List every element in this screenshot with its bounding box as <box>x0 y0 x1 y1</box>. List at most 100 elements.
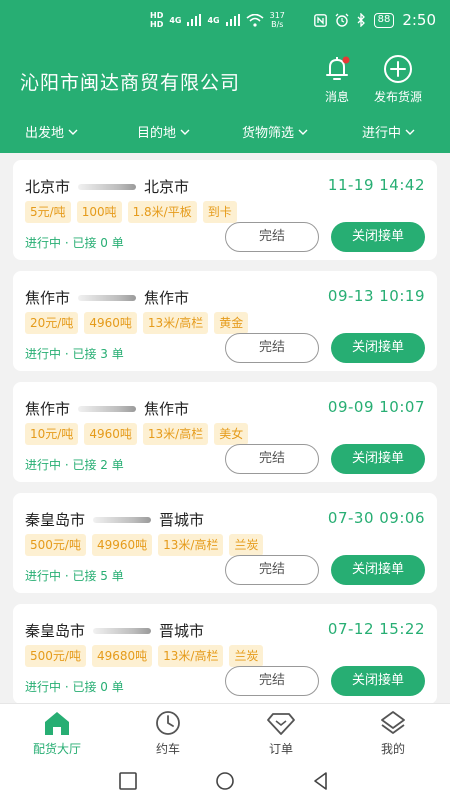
order-card[interactable]: 秦皇岛市 晋城市 07-12 15:22 500元/吨 49680吨 13米/高… <box>13 604 437 703</box>
close-orders-button[interactable]: 关闭接单 <box>331 333 425 363</box>
company-name: 沁阳市闽达商贸有限公司 <box>20 72 241 94</box>
messages-button[interactable]: 消息 <box>322 54 352 105</box>
weight-tag: 49680吨 <box>91 645 153 667</box>
truck-tag: 13米/高栏 <box>158 645 224 667</box>
origin-city: 秦皇岛市 <box>25 622 86 640</box>
order-card[interactable]: 焦作市 焦作市 09-09 10:07 10元/吨 4960吨 13米/高栏 美… <box>13 382 437 482</box>
signal-icon <box>225 14 240 26</box>
chevron-down-icon <box>298 129 308 135</box>
truck-tag: 13米/高栏 <box>142 423 209 445</box>
price-tag: 20元/吨 <box>25 312 79 334</box>
publish-cargo-button[interactable]: 发布货源 <box>374 54 422 105</box>
origin-city: 秦皇岛市 <box>25 511 86 529</box>
destination-city: 焦作市 <box>144 289 190 307</box>
close-orders-button[interactable]: 关闭接单 <box>331 555 425 585</box>
clock-time: 2:50 <box>402 11 436 29</box>
tab-label: 我的 <box>380 742 405 756</box>
weight-tag: 4960吨 <box>84 423 137 445</box>
price-tag: 500元/吨 <box>25 645 86 667</box>
tab-orders[interactable]: 订单 <box>236 710 326 757</box>
weight-tag: 100吨 <box>76 201 122 223</box>
cargo-tag: 兰炭 <box>229 534 264 556</box>
weight-tag: 4960吨 <box>84 312 137 334</box>
tab-dispatch-hall[interactable]: 配货大厅 <box>12 710 102 757</box>
order-time: 11-19 14:42 <box>327 176 425 194</box>
order-card[interactable]: 焦作市 焦作市 09-13 10:19 20元/吨 4960吨 13米/高栏 黄… <box>13 271 437 371</box>
filter-status[interactable]: 进行中 <box>362 122 415 141</box>
finish-button[interactable]: 完结 <box>225 222 319 252</box>
route: 焦作市 焦作市 <box>25 287 189 308</box>
price-tag: 500元/吨 <box>25 534 86 556</box>
order-status: 进行中 · 已接 2 单 <box>25 458 124 472</box>
cargo-tag: 黄金 <box>214 312 249 334</box>
filter-label: 出发地 <box>25 126 65 141</box>
finish-button[interactable]: 完结 <box>225 444 319 474</box>
bottom-tab-bar: 配货大厅 约车 订单 我的 <box>0 703 450 763</box>
network-speed: 317 B/s <box>269 11 285 29</box>
order-list[interactable]: 北京市 北京市 11-19 14:42 5元/吨 100吨 1.8米/平板 到卡… <box>0 153 450 703</box>
profile-icon <box>381 711 405 734</box>
close-orders-button[interactable]: 关闭接单 <box>331 444 425 474</box>
signal-icon <box>187 14 202 26</box>
cargo-tag: 到卡 <box>202 201 237 223</box>
tab-profile[interactable]: 我的 <box>348 710 438 757</box>
messages-label: 消息 <box>324 90 349 104</box>
destination-city: 焦作市 <box>144 400 190 418</box>
origin-city: 焦作市 <box>25 289 71 307</box>
bluetooth-icon <box>357 13 365 27</box>
title-bar: 沁阳市闽达商贸有限公司 消息 发布货源 <box>0 52 450 108</box>
plus-circle-icon <box>384 55 412 83</box>
finish-button[interactable]: 完结 <box>225 555 319 585</box>
origin-city: 北京市 <box>25 178 71 196</box>
tag-list: 500元/吨 49680吨 13米/高栏 兰炭 <box>25 645 264 667</box>
filter-destination[interactable]: 目的地 <box>137 122 190 141</box>
route: 秦皇岛市 晋城市 <box>25 620 204 641</box>
diamond-icon <box>267 713 295 735</box>
tab-book-truck[interactable]: 约车 <box>123 710 213 757</box>
nfc-icon <box>313 13 327 27</box>
order-time: 07-12 15:22 <box>327 620 425 638</box>
order-time: 07-30 09:06 <box>327 509 425 527</box>
order-card[interactable]: 北京市 北京市 11-19 14:42 5元/吨 100吨 1.8米/平板 到卡… <box>13 160 437 260</box>
route-line <box>78 405 137 412</box>
alarm-icon <box>335 13 349 27</box>
order-card[interactable]: 秦皇岛市 晋城市 07-30 09:06 500元/吨 49960吨 13米/高… <box>13 493 437 593</box>
finish-button[interactable]: 完结 <box>225 333 319 363</box>
route: 秦皇岛市 晋城市 <box>25 509 204 530</box>
chevron-down-icon <box>68 129 78 135</box>
home-button-icon[interactable] <box>215 771 235 791</box>
home-icon <box>45 712 69 735</box>
filter-cargo[interactable]: 货物筛选 <box>242 122 308 141</box>
route: 焦作市 焦作市 <box>25 398 189 419</box>
order-time: 09-13 10:19 <box>327 287 425 305</box>
bell-icon <box>326 56 350 80</box>
filter-label: 进行中 <box>362 126 402 141</box>
route-line <box>93 627 152 634</box>
status-bar: HD HD 4G 4G 317 B/s 88 2:50 <box>0 0 450 40</box>
finish-button[interactable]: 完结 <box>225 666 319 696</box>
close-orders-button[interactable]: 关闭接单 <box>331 222 425 252</box>
close-orders-button[interactable]: 关闭接单 <box>331 666 425 696</box>
destination-city: 晋城市 <box>159 622 205 640</box>
destination-city: 晋城市 <box>159 511 205 529</box>
network-type-1: 4G <box>169 15 182 25</box>
origin-city: 焦作市 <box>25 400 71 418</box>
order-status: 进行中 · 已接 5 单 <box>25 569 124 583</box>
sim-indicator: HD HD <box>150 11 164 29</box>
filter-bar: 出发地 目的地 货物筛选 进行中 <box>0 118 450 144</box>
filter-origin[interactable]: 出发地 <box>25 122 78 141</box>
destination-city: 北京市 <box>144 178 190 196</box>
tag-list: 20元/吨 4960吨 13米/高栏 黄金 <box>25 312 249 334</box>
tab-label: 配货大厅 <box>32 742 81 756</box>
route: 北京市 北京市 <box>25 176 189 197</box>
order-time: 09-09 10:07 <box>327 398 425 416</box>
chevron-down-icon <box>405 129 415 135</box>
truck-tag: 1.8米/平板 <box>127 201 197 223</box>
filter-label: 目的地 <box>137 126 177 141</box>
back-icon[interactable] <box>311 771 331 791</box>
order-status: 进行中 · 已接 3 单 <box>25 347 124 361</box>
recents-icon[interactable] <box>118 771 138 791</box>
route-line <box>78 294 137 301</box>
tag-list: 500元/吨 49960吨 13米/高栏 兰炭 <box>25 534 264 556</box>
battery-indicator: 88 <box>373 12 395 28</box>
